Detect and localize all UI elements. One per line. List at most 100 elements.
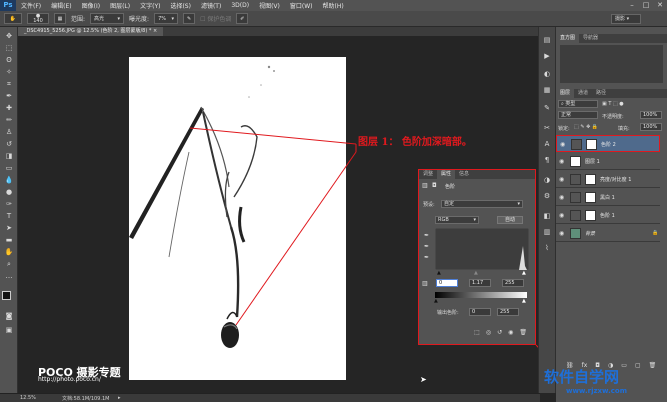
tab-navigator[interactable]: 导航器 xyxy=(579,34,602,43)
levels-icon: ▥ xyxy=(422,182,428,189)
white-point-slider[interactable]: ▲ xyxy=(522,270,526,276)
input-levels-icon: ▥ xyxy=(422,280,428,287)
history-panel-icon[interactable]: ▤ xyxy=(542,35,552,45)
background-thumbnail xyxy=(570,228,581,239)
layer-name: 背景 xyxy=(585,231,596,237)
layer-mask-thumbnail[interactable] xyxy=(586,139,597,150)
character-panel-icon[interactable]: A xyxy=(542,139,552,149)
layer-name: 亮度/对比度 1 xyxy=(600,177,632,183)
layer-mask-thumbnail[interactable] xyxy=(585,174,596,185)
fill-field[interactable]: 100% xyxy=(640,123,662,131)
status-menu-arrow-icon[interactable]: ▸ xyxy=(118,395,121,401)
layer-mask-thumbnail[interactable] xyxy=(585,210,596,221)
tab-channels[interactable]: 通道 xyxy=(574,89,592,98)
swatches-panel-icon[interactable]: ▦ xyxy=(542,85,552,95)
paths-panel-icon[interactable]: ⌇ xyxy=(542,243,552,253)
tab-properties[interactable]: 属性 xyxy=(437,170,456,179)
paragraph-panel-icon[interactable]: ¶ xyxy=(542,155,552,165)
layer-row-levels-1[interactable]: ◉ 色阶 1 xyxy=(556,207,660,224)
layer-row-brightness-contrast-1[interactable]: ◉ 亮度/对比度 1 xyxy=(556,171,660,188)
delete-icon[interactable]: 🗑 xyxy=(519,329,527,336)
preset-value: 自定 xyxy=(444,201,455,207)
layer-row-levels-2[interactable]: ◉ 色阶 2 xyxy=(556,135,660,152)
adjustments-panel-icon[interactable]: ◑ xyxy=(542,175,552,185)
output-white-slider[interactable]: ▲ xyxy=(522,298,526,304)
view-previous-icon[interactable]: ◎ xyxy=(486,329,491,336)
output-levels-label: 输出色阶: xyxy=(437,310,459,316)
right-panels: 直方图 导航器 图层 通道 路径 ⌕ 类型 ▣ T ⬚ ● 正常 不透明度: 1… xyxy=(556,27,667,402)
output-black-slider[interactable]: ▲ xyxy=(434,298,438,304)
gray-eyedropper-icon[interactable]: ✒ xyxy=(424,243,429,250)
lock-icons[interactable]: ⬚ ✎ ✥ 🔒 xyxy=(574,124,598,130)
filter-icon: ⌕ xyxy=(561,101,564,107)
layer-row-layer-1[interactable]: ◉ 图层 1 xyxy=(556,153,660,170)
poco-watermark-url: http://photo.poco.cn/ xyxy=(38,376,101,383)
lock-icon: 🔒 xyxy=(652,230,659,236)
tab-paths[interactable]: 路径 xyxy=(592,89,610,98)
color-panel-icon[interactable]: ◐ xyxy=(542,69,552,79)
blend-mode-select[interactable]: 正常 xyxy=(558,111,598,119)
reset-icon[interactable]: ↺ xyxy=(497,329,502,336)
tab-layers[interactable]: 图层 xyxy=(556,89,575,98)
properties-tabs: 调整 属性 信息 xyxy=(419,170,535,179)
white-eyedropper-icon[interactable]: ✒ xyxy=(424,254,429,261)
properties-footer: ⬚ ◎ ↺ ◉ 🗑 xyxy=(419,326,535,338)
properties-panel: 调整 属性 信息 ▥ ◘ 色阶 预设: 自定 ▾ RGB ▾ 自动 ✒ ✒ ✒ ▲ … xyxy=(418,169,536,345)
tab-adjustments[interactable]: 调整 xyxy=(419,170,437,179)
channel-select[interactable]: RGB ▾ xyxy=(435,216,479,224)
gamma-slider[interactable]: ▲ xyxy=(474,270,478,276)
layers-tabs: 图层 通道 路径 xyxy=(556,89,667,98)
layer-row-background[interactable]: ◉ 背景 🔒 xyxy=(556,225,660,242)
tab-info[interactable]: 信息 xyxy=(455,170,473,179)
actions-panel-icon[interactable]: ▶ xyxy=(542,51,552,61)
chevron-down-icon: ▾ xyxy=(517,201,520,207)
input-black-field[interactable]: 0 xyxy=(436,279,458,287)
layer-kind-value: 类型 xyxy=(565,101,576,107)
layer-name: 黑白 1 xyxy=(600,195,615,201)
layer-row-black-white-1[interactable]: ◉ 黑白 1 xyxy=(556,189,660,206)
input-gamma-field[interactable]: 1.17 xyxy=(469,279,491,287)
auto-button[interactable]: 自动 xyxy=(497,216,523,224)
output-white-field[interactable]: 255 xyxy=(497,308,519,316)
output-black-field[interactable]: 0 xyxy=(469,308,491,316)
eye-icon[interactable]: ◉ xyxy=(559,230,564,237)
clip-to-layer-icon[interactable]: ⬚ xyxy=(474,329,480,336)
site-watermark-title: 软件自学网 xyxy=(544,368,620,386)
opacity-label: 不透明度: xyxy=(602,114,624,120)
eye-icon[interactable]: ◉ xyxy=(559,194,564,201)
document-size-info: 文档:58.1M/109.1M xyxy=(62,396,110,402)
layer-mask-thumbnail[interactable] xyxy=(585,192,596,203)
styles-panel-icon[interactable]: ⚙ xyxy=(542,191,552,201)
black-eyedropper-icon[interactable]: ✒ xyxy=(424,232,429,239)
visibility-icon[interactable]: ◉ xyxy=(508,329,513,336)
channels-panel-icon[interactable]: ▥ xyxy=(542,227,552,237)
site-watermark-url: www.rjzxw.com xyxy=(566,387,627,395)
blend-mode-value: 正常 xyxy=(561,112,572,118)
layer-kind-filter[interactable]: ⌕ 类型 xyxy=(558,100,598,108)
histogram-view xyxy=(560,45,663,83)
eye-icon[interactable]: ◉ xyxy=(560,141,565,148)
preset-select[interactable]: 自定 ▾ xyxy=(441,200,523,208)
tools-panel-icon[interactable]: ✂ xyxy=(542,123,552,133)
opacity-field[interactable]: 100% xyxy=(640,111,662,119)
eye-icon[interactable]: ◉ xyxy=(559,158,564,165)
channel-value: RGB xyxy=(438,217,449,223)
status-bar: 12.5% 文档:58.1M/109.1M ▸ xyxy=(0,393,540,402)
eye-icon[interactable]: ◉ xyxy=(559,212,564,219)
properties-title: 色阶 xyxy=(445,184,456,190)
eye-icon[interactable]: ◉ xyxy=(559,176,564,183)
input-white-field[interactable]: 255 xyxy=(502,279,524,287)
layers-panel-icon[interactable]: ◧ xyxy=(542,211,552,221)
layer-name: 色阶 2 xyxy=(601,142,616,148)
zoom-level[interactable]: 12.5% xyxy=(20,395,36,401)
mask-icon[interactable]: ◘ xyxy=(432,182,437,189)
histogram-tabs: 直方图 导航器 xyxy=(556,34,667,43)
tab-histogram[interactable]: 直方图 xyxy=(556,34,580,43)
layer-filter-icons[interactable]: ▣ T ⬚ ● xyxy=(602,101,624,107)
annotation-text: 图层 1： 色阶加深暗部。 xyxy=(358,137,472,148)
levels-adjustment-icon xyxy=(570,210,581,221)
black-point-slider[interactable]: ▲ xyxy=(437,270,441,276)
brush-panel-icon[interactable]: ✎ xyxy=(542,103,552,113)
site-watermark: 软件自学网 www.rjzxw.com xyxy=(540,364,667,402)
lock-label: 锁定: xyxy=(558,126,570,132)
